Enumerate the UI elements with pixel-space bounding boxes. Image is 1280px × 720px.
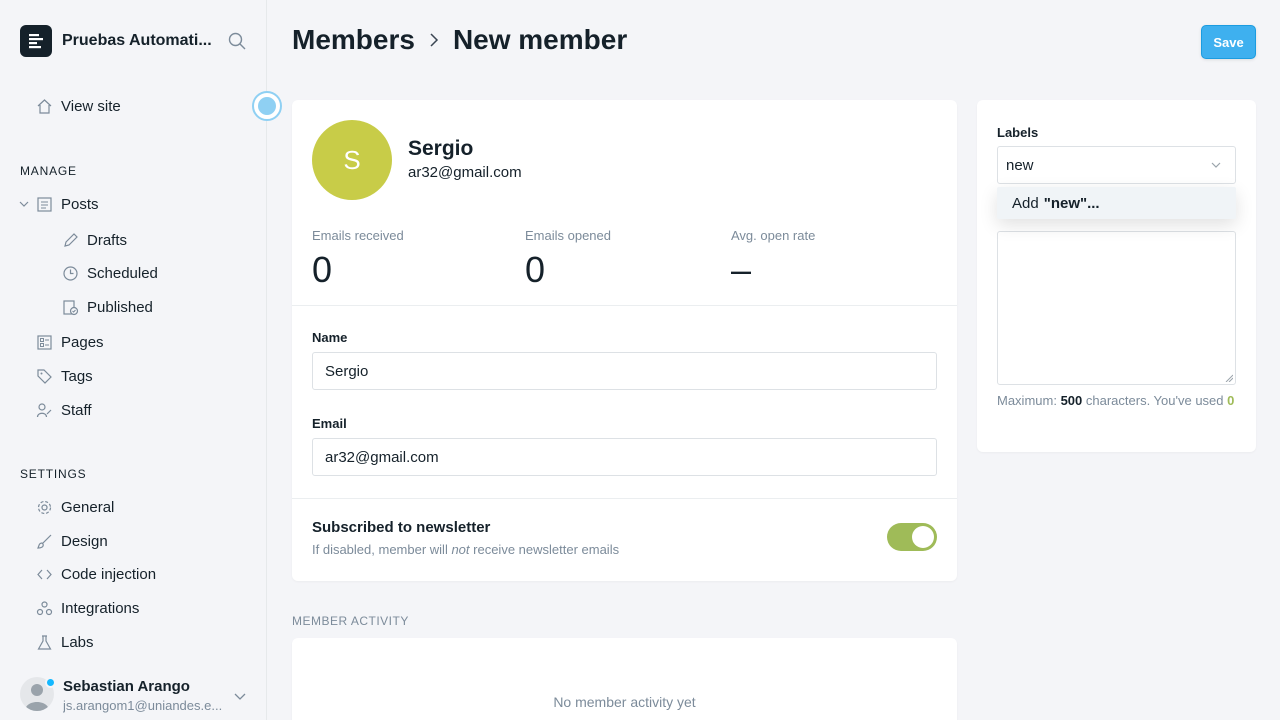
sidebar-item-pages[interactable]: Pages (36, 330, 104, 354)
breadcrumb: Members New member (292, 24, 627, 56)
brand-logo-icon (20, 25, 52, 57)
flask-icon (37, 634, 52, 650)
email-field[interactable]: ar32@gmail.com (312, 438, 937, 476)
sidebar: Pruebas Automati... View site MANAGE Pos… (0, 0, 282, 720)
page-title: New member (452, 24, 628, 55)
sidebar-item-label: Integrations (61, 599, 140, 617)
chevron-down-icon[interactable] (233, 689, 247, 703)
stat-emails-received: Emails received 0 (312, 228, 404, 291)
pencil-icon (64, 232, 78, 247)
activity-empty-text: No member activity yet (553, 694, 696, 710)
brand-name: Pruebas Automati... (62, 32, 212, 49)
sidebar-item-label: Posts (61, 195, 99, 213)
pulse-indicator[interactable] (252, 91, 282, 121)
member-avatar: S (312, 120, 392, 200)
note-char-hint: Maximum: 500 characters. You've used 0 (997, 393, 1235, 408)
labels-input-value: new (1006, 156, 1034, 174)
sidebar-item-label: Pages (61, 333, 104, 351)
stat-label: Emails opened (525, 228, 611, 243)
brand[interactable]: Pruebas Automati... (20, 25, 214, 57)
sidebar-item-label: Scheduled (87, 264, 158, 282)
sidebar-item-posts[interactable]: Posts (36, 192, 99, 216)
settings-heading: SETTINGS (20, 467, 87, 481)
tag-icon (37, 368, 52, 384)
newsletter-toggle[interactable] (887, 523, 937, 551)
member-email: ar32@gmail.com (408, 164, 522, 181)
brush-icon (37, 534, 52, 549)
sidebar-item-scheduled[interactable]: Scheduled (62, 261, 158, 285)
save-button[interactable]: Save (1201, 25, 1256, 59)
sidebar-item-label: Labs (61, 633, 94, 651)
member-name: Sergio (408, 137, 474, 160)
email-label: Email (312, 416, 347, 431)
stat-label: Avg. open rate (731, 228, 816, 243)
posts-icon (37, 196, 52, 212)
member-card: S Sergio ar32@gmail.com Emails received … (292, 100, 957, 581)
manage-heading: MANAGE (20, 164, 77, 178)
sidebar-item-label: View site (61, 97, 121, 115)
stat-emails-opened: Emails opened 0 (525, 228, 611, 291)
gear-icon (37, 500, 52, 514)
chevron-down-icon (1211, 162, 1221, 168)
activity-heading: MEMBER ACTIVITY (292, 614, 409, 628)
stat-open-rate: Avg. open rate – (731, 228, 815, 291)
sidebar-item-label: Staff (61, 401, 92, 419)
sidebar-item-label: Design (61, 532, 108, 550)
home-icon (37, 98, 52, 114)
divider (292, 305, 957, 306)
labels-input[interactable]: new (997, 146, 1236, 184)
stat-value: 0 (312, 249, 333, 290)
sidebar-item-label: Tags (61, 367, 93, 385)
sidebar-item-code-injection[interactable]: Code injection (36, 562, 156, 586)
sidebar-item-label: General (61, 498, 115, 516)
sidebar-item-staff[interactable]: Staff (36, 398, 92, 422)
code-icon (37, 569, 52, 579)
newsletter-title: Subscribed to newsletter (312, 519, 491, 536)
sidebar-item-general[interactable]: General (36, 495, 114, 519)
sidebar-item-integrations[interactable]: Integrations (36, 596, 139, 620)
name-field[interactable]: Sergio (312, 352, 937, 390)
name-label: Name (312, 330, 348, 345)
newsletter-subtitle: If disabled, member will not receive new… (312, 542, 620, 557)
sidebar-item-design[interactable]: Design (36, 529, 108, 553)
search-icon[interactable] (228, 32, 246, 50)
stat-value: – (731, 249, 752, 290)
integrations-icon (36, 600, 53, 615)
user-name: Sebastian Arango (63, 678, 190, 695)
pages-icon (37, 334, 52, 350)
resize-grip-icon[interactable] (1225, 374, 1233, 382)
user-email: js.arangom1@uniandes.e... (63, 698, 223, 713)
activity-card: No member activity yet (292, 638, 957, 720)
user-menu[interactable]: Sebastian Arango js.arangom1@uniandes.e.… (20, 675, 255, 715)
sidebar-item-label: Published (87, 298, 153, 316)
stat-value: 0 (525, 249, 546, 290)
labels-card: Labels new Add "new"... Maximum: 500 char… (977, 100, 1256, 452)
chevron-right-icon (430, 33, 438, 47)
labels-heading: Labels (997, 125, 1039, 140)
published-icon (63, 299, 79, 315)
dropdown-option-add-new[interactable]: Add "new"... (997, 187, 1236, 219)
sidebar-item-drafts[interactable]: Drafts (62, 228, 127, 252)
staff-icon (36, 402, 52, 417)
clock-icon (63, 265, 78, 281)
sidebar-item-label: Drafts (87, 231, 128, 249)
note-textarea[interactable] (997, 231, 1236, 385)
sidebar-item-tags[interactable]: Tags (36, 364, 93, 388)
sidebar-item-label: Code injection (61, 565, 157, 583)
breadcrumb-members[interactable]: Members (292, 24, 415, 56)
status-dot (45, 677, 56, 688)
stat-label: Emails received (312, 228, 404, 243)
sidebar-item-published[interactable]: Published (62, 295, 153, 319)
divider (292, 498, 957, 499)
sidebar-item-view-site[interactable]: View site (36, 94, 121, 118)
chevron-down-icon[interactable] (18, 198, 30, 210)
sidebar-item-labs[interactable]: Labs (36, 630, 94, 654)
